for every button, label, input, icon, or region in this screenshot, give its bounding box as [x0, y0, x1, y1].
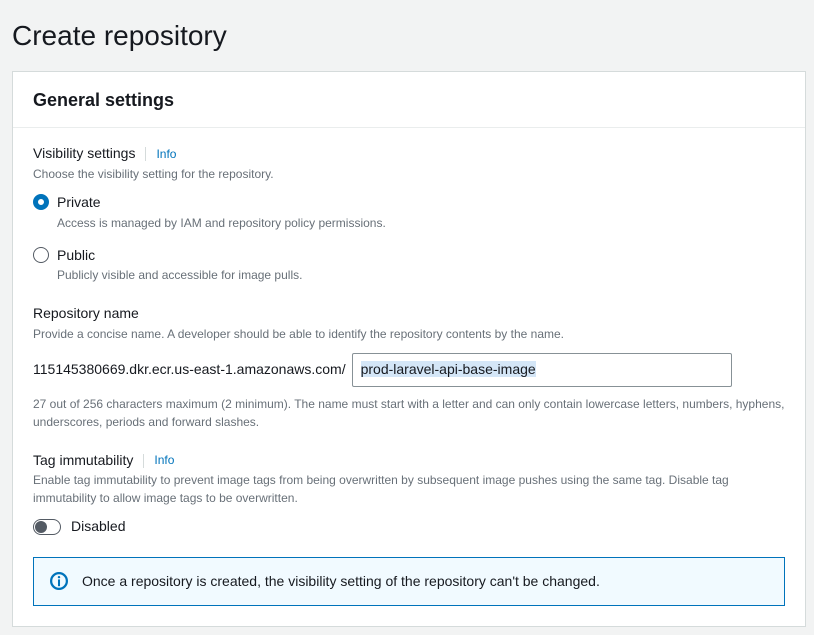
- tag-label: Tag immutability: [33, 451, 133, 471]
- panel-header: General settings: [13, 72, 805, 128]
- visibility-label: Visibility settings: [33, 144, 135, 164]
- alert-text: Once a repository is created, the visibi…: [82, 572, 600, 592]
- repo-name-desc: Provide a concise name. A developer shou…: [33, 326, 785, 343]
- visibility-info-link[interactable]: Info: [156, 146, 176, 163]
- repo-name-label: Repository name: [33, 304, 139, 324]
- tag-info-link[interactable]: Info: [154, 452, 174, 469]
- tag-immutability-toggle[interactable]: [33, 519, 61, 535]
- repo-name-value: prod-laravel-api-base-image: [361, 361, 536, 377]
- radio-public[interactable]: [33, 247, 49, 263]
- repo-uri-prefix: 115145380669.dkr.ecr.us-east-1.amazonaws…: [33, 360, 346, 380]
- visibility-private-option[interactable]: Private Access is managed by IAM and rep…: [33, 193, 785, 231]
- tag-desc: Enable tag immutability to prevent image…: [33, 472, 785, 507]
- visibility-warning-alert: Once a repository is created, the visibi…: [33, 557, 785, 607]
- radio-private[interactable]: [33, 194, 49, 210]
- divider: [145, 147, 146, 161]
- tag-immutability-field: Tag immutability Info Enable tag immutab…: [33, 451, 785, 537]
- divider: [143, 454, 144, 468]
- visibility-desc: Choose the visibility setting for the re…: [33, 166, 785, 183]
- settings-panel: General settings Visibility settings Inf…: [12, 71, 806, 627]
- visibility-public-option[interactable]: Public Publicly visible and accessible f…: [33, 246, 785, 284]
- public-sub: Publicly visible and accessible for imag…: [57, 267, 302, 284]
- panel-title: General settings: [33, 88, 785, 113]
- toggle-knob: [35, 521, 47, 533]
- visibility-field: Visibility settings Info Choose the visi…: [33, 144, 785, 284]
- page-title: Create repository: [12, 16, 806, 55]
- private-sub: Access is managed by IAM and repository …: [57, 215, 386, 232]
- private-label: Private: [57, 193, 386, 213]
- info-icon: [50, 572, 68, 590]
- repo-name-field: Repository name Provide a concise name. …: [33, 304, 785, 431]
- tag-state-label: Disabled: [71, 517, 125, 537]
- repo-name-input[interactable]: prod-laravel-api-base-image: [352, 353, 732, 387]
- repo-name-helper: 27 out of 256 characters maximum (2 mini…: [33, 395, 785, 431]
- public-label: Public: [57, 246, 302, 266]
